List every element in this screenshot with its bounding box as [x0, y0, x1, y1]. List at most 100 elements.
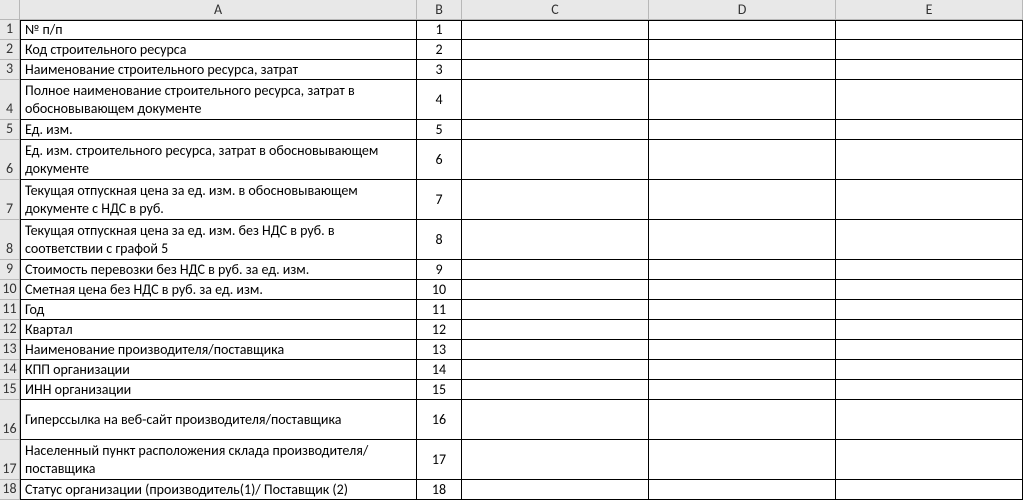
cell-b[interactable]: 4 [417, 80, 462, 120]
cell-b[interactable]: 11 [417, 300, 462, 320]
cell-b[interactable]: 2 [417, 40, 462, 60]
col-header[interactable]: E [836, 0, 1023, 20]
cell-c[interactable] [462, 40, 649, 60]
col-header[interactable]: B [417, 0, 462, 20]
cell-d[interactable] [649, 380, 836, 400]
cell-a[interactable]: КПП организации [20, 360, 417, 380]
cell-a[interactable]: Наименование производителя/поставщика [20, 340, 417, 360]
cell-a[interactable]: Ед. изм. строительного ресурса, затрат в… [20, 140, 417, 180]
cell-c[interactable] [462, 480, 649, 500]
cell-c[interactable] [462, 140, 649, 180]
cell-b[interactable]: 6 [417, 140, 462, 180]
cell-e[interactable] [836, 40, 1023, 60]
row-header[interactable]: 18 [0, 480, 20, 500]
cell-c[interactable] [462, 280, 649, 300]
cell-e[interactable] [836, 120, 1023, 140]
cell-d[interactable] [649, 180, 836, 220]
cell-e[interactable] [836, 280, 1023, 300]
cell-c[interactable] [462, 20, 649, 40]
cell-e[interactable] [836, 80, 1023, 120]
cell-e[interactable] [836, 340, 1023, 360]
row-header[interactable]: 6 [0, 140, 20, 180]
cell-b[interactable]: 14 [417, 360, 462, 380]
cell-d[interactable] [649, 440, 836, 480]
row-header[interactable]: 3 [0, 60, 20, 80]
cell-d[interactable] [649, 60, 836, 80]
row-header[interactable]: 5 [0, 120, 20, 140]
col-header[interactable]: C [462, 0, 649, 20]
cell-e[interactable] [836, 320, 1023, 340]
cell-c[interactable] [462, 220, 649, 260]
cell-a[interactable]: Полное наименование строительного ресурс… [20, 80, 417, 120]
cell-e[interactable] [836, 260, 1023, 280]
cell-e[interactable] [836, 480, 1023, 500]
cell-a[interactable]: Год [20, 300, 417, 320]
row-header[interactable]: 12 [0, 320, 20, 340]
cell-a[interactable]: Текущая отпускная цена за ед. изм. без Н… [20, 220, 417, 260]
cell-c[interactable] [462, 180, 649, 220]
spreadsheet-grid[interactable]: ABCDE1№ п/п12Код строительного ресурса23… [0, 0, 1023, 500]
cell-c[interactable] [462, 60, 649, 80]
cell-a[interactable]: Наименование строительного ресурса, затр… [20, 60, 417, 80]
row-header[interactable]: 9 [0, 260, 20, 280]
cell-e[interactable] [836, 400, 1023, 440]
cell-d[interactable] [649, 260, 836, 280]
row-header[interactable]: 4 [0, 80, 20, 120]
cell-b[interactable]: 7 [417, 180, 462, 220]
cell-a[interactable]: Гиперссылка на веб-сайт производителя/по… [20, 400, 417, 440]
cell-c[interactable] [462, 340, 649, 360]
cell-b[interactable]: 15 [417, 380, 462, 400]
col-header[interactable]: A [20, 0, 417, 20]
cell-a[interactable]: Стоимость перевозки без НДС в руб. за ед… [20, 260, 417, 280]
cell-c[interactable] [462, 260, 649, 280]
row-header[interactable]: 1 [0, 20, 20, 40]
cell-e[interactable] [836, 180, 1023, 220]
cell-b[interactable]: 16 [417, 400, 462, 440]
row-header[interactable]: 14 [0, 360, 20, 380]
cell-a[interactable]: Текущая отпускная цена за ед. изм. в обо… [20, 180, 417, 220]
cell-e[interactable] [836, 360, 1023, 380]
cell-a[interactable]: Статус организации (производитель(1)/ По… [20, 480, 417, 500]
row-header[interactable]: 16 [0, 400, 20, 440]
cell-c[interactable] [462, 80, 649, 120]
cell-c[interactable] [462, 380, 649, 400]
cell-a[interactable]: Населенный пункт расположения склада про… [20, 440, 417, 480]
cell-b[interactable]: 13 [417, 340, 462, 360]
cell-d[interactable] [649, 340, 836, 360]
col-header[interactable]: D [649, 0, 836, 20]
cell-d[interactable] [649, 120, 836, 140]
cell-b[interactable]: 12 [417, 320, 462, 340]
cell-d[interactable] [649, 80, 836, 120]
cell-d[interactable] [649, 280, 836, 300]
row-header[interactable]: 2 [0, 40, 20, 60]
row-header[interactable]: 11 [0, 300, 20, 320]
cell-c[interactable] [462, 120, 649, 140]
cell-b[interactable]: 9 [417, 260, 462, 280]
corner[interactable] [0, 0, 20, 20]
row-header[interactable]: 17 [0, 440, 20, 480]
cell-b[interactable]: 17 [417, 440, 462, 480]
cell-c[interactable] [462, 300, 649, 320]
cell-e[interactable] [836, 300, 1023, 320]
row-header[interactable]: 8 [0, 220, 20, 260]
cell-d[interactable] [649, 360, 836, 380]
cell-e[interactable] [836, 60, 1023, 80]
cell-b[interactable]: 5 [417, 120, 462, 140]
cell-c[interactable] [462, 400, 649, 440]
row-header[interactable]: 15 [0, 380, 20, 400]
cell-a[interactable]: Код строительного ресурса [20, 40, 417, 60]
cell-c[interactable] [462, 440, 649, 480]
row-header[interactable]: 13 [0, 340, 20, 360]
cell-d[interactable] [649, 480, 836, 500]
cell-d[interactable] [649, 140, 836, 180]
cell-e[interactable] [836, 220, 1023, 260]
cell-a[interactable]: Квартал [20, 320, 417, 340]
cell-e[interactable] [836, 440, 1023, 480]
cell-e[interactable] [836, 140, 1023, 180]
cell-b[interactable]: 18 [417, 480, 462, 500]
cell-d[interactable] [649, 400, 836, 440]
cell-e[interactable] [836, 20, 1023, 40]
cell-c[interactable] [462, 320, 649, 340]
row-header[interactable]: 7 [0, 180, 20, 220]
row-header[interactable]: 10 [0, 280, 20, 300]
